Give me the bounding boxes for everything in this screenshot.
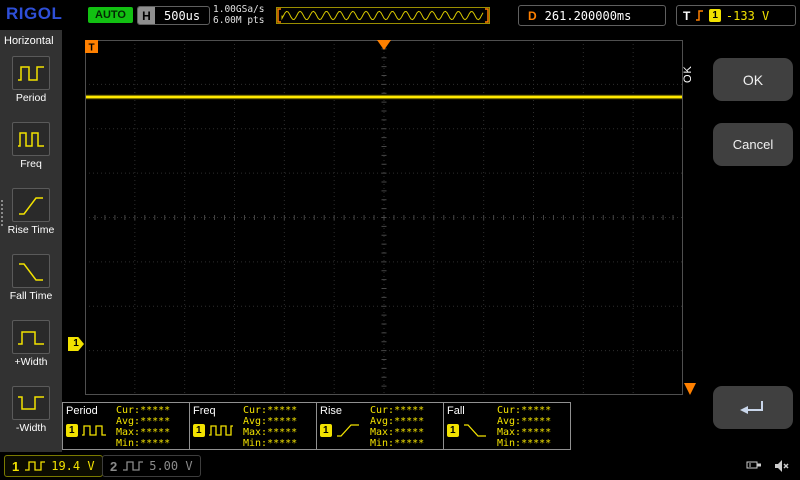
- channel-badge: 1: [66, 424, 78, 437]
- cur-line: Cur:*****: [116, 405, 186, 416]
- trigger-label: T: [683, 9, 690, 23]
- cur-line: Cur:*****: [370, 405, 440, 416]
- measurement-panel-period[interactable]: Period 1 Cur:***** Avg:***** Max:***** M…: [62, 402, 190, 450]
- menu-item-plus-width[interactable]: +Width: [0, 320, 62, 368]
- freq-icon: [12, 122, 50, 156]
- speaker-icon: [774, 459, 790, 473]
- avg-line: Avg:*****: [497, 416, 567, 427]
- timebase-value: 500us: [155, 9, 209, 23]
- return-arrow-icon: [738, 398, 768, 418]
- graticule: T: [85, 40, 683, 395]
- preview-left-bracket-icon: [278, 9, 281, 22]
- menu-item-rise-time[interactable]: Rise Time: [0, 188, 62, 236]
- minus-width-icon: [12, 386, 50, 420]
- fall-time-icon: [12, 254, 50, 288]
- channel1-scale: 19.4 V: [51, 459, 94, 473]
- min-line: Min:*****: [497, 438, 567, 449]
- channel-badge: 1: [193, 424, 205, 437]
- menu-item-freq[interactable]: Freq: [0, 122, 62, 170]
- memory-depth: 6.00M pts: [213, 15, 264, 26]
- channel2-status[interactable]: 2 5.00 V: [102, 455, 201, 477]
- channel-badge: 1: [447, 424, 459, 437]
- avg-line: Avg:*****: [243, 416, 313, 427]
- display-area: T 1: [62, 30, 705, 402]
- softkey-panel: OK Cancel: [705, 30, 800, 452]
- trigger-level-marker: [684, 383, 696, 395]
- measurement-name: Freq: [193, 405, 243, 417]
- trigger-level: -133 V: [726, 9, 769, 23]
- max-line: Max:*****: [497, 427, 567, 438]
- measurement-panel-rise[interactable]: Rise 1 Cur:***** Avg:***** Max:***** Min…: [316, 402, 444, 450]
- sample-rate: 1.00GSa/s: [213, 4, 264, 15]
- fall-icon: [462, 422, 488, 438]
- rise-time-icon: [12, 188, 50, 222]
- usb-icon: [746, 459, 764, 471]
- delay-label: D: [528, 9, 537, 23]
- ch1-ground-marker: 1: [68, 337, 84, 351]
- left-menu: Horizontal Period Freq Rise Time Fall Ti…: [0, 30, 62, 452]
- channel1-status[interactable]: 1 19.4 V: [4, 455, 103, 477]
- return-button[interactable]: [713, 386, 793, 429]
- measurement-name: Fall: [447, 405, 497, 417]
- delay-value: 261.200000ms: [545, 9, 632, 23]
- run-status-badge: AUTO: [88, 7, 133, 23]
- trigger-position-marker: [377, 40, 391, 50]
- avg-line: Avg:*****: [116, 416, 186, 427]
- channel1-number: 1: [12, 459, 19, 474]
- preview-right-bracket-icon: [485, 9, 488, 22]
- max-line: Max:*****: [370, 427, 440, 438]
- ok-button[interactable]: OK: [713, 58, 793, 101]
- min-line: Min:*****: [243, 438, 313, 449]
- status-bar: 1 19.4 V 2 5.00 V: [0, 452, 800, 480]
- measurement-panel-freq[interactable]: Freq 1 Cur:***** Avg:***** Max:***** Min…: [189, 402, 317, 450]
- measurement-name: Rise: [320, 405, 370, 417]
- channel2-wave-icon: [122, 460, 144, 472]
- menu-scroll-indicator: [1, 200, 3, 226]
- avg-line: Avg:*****: [370, 416, 440, 427]
- rise-icon: [335, 422, 361, 438]
- menu-item-fall-time[interactable]: Fall Time: [0, 254, 62, 302]
- preview-waveform: [282, 11, 483, 19]
- menu-title: Horizontal: [4, 35, 54, 47]
- waveform-preview: [276, 7, 490, 24]
- channel-badge: 1: [320, 424, 332, 437]
- min-line: Min:*****: [370, 438, 440, 449]
- horizontal-readout: H 500us: [137, 6, 210, 25]
- acquisition-readout: 1.00GSa/s 6.00M pts: [213, 4, 264, 26]
- horizontal-label: H: [138, 7, 155, 24]
- measurement-name: Period: [66, 405, 116, 417]
- period-icon: [81, 422, 107, 438]
- menu-item-minus-width[interactable]: -Width: [0, 386, 62, 434]
- cancel-button[interactable]: Cancel: [713, 123, 793, 166]
- max-line: Max:*****: [116, 427, 186, 438]
- preview-waveform-svg: [277, 8, 489, 23]
- trigger-readout: T 1 -133 V: [676, 5, 796, 26]
- channel2-number: 2: [110, 459, 117, 474]
- measurement-panel-fall[interactable]: Fall 1 Cur:***** Avg:***** Max:***** Min…: [443, 402, 571, 450]
- max-line: Max:*****: [243, 427, 313, 438]
- trigger-edge-icon: [695, 9, 704, 22]
- freq-icon: [208, 422, 234, 438]
- menu-item-period[interactable]: Period: [0, 56, 62, 104]
- cur-line: Cur:*****: [497, 405, 567, 416]
- softkey-side-label: OK: [682, 58, 696, 90]
- grid-lines: [85, 40, 683, 395]
- measurement-strip: Period 1 Cur:***** Avg:***** Max:***** M…: [62, 402, 571, 450]
- trigger-source-badge: 1: [709, 9, 721, 22]
- oscilloscope-screen: RIGOL AUTO H 500us 1.00GSa/s 6.00M pts D…: [0, 0, 800, 480]
- svg-text:T: T: [88, 43, 94, 54]
- delay-readout: D 261.200000ms: [518, 5, 666, 26]
- trigger-corner-marker: T: [85, 40, 98, 54]
- min-line: Min:*****: [116, 438, 186, 449]
- period-icon: [12, 56, 50, 90]
- plus-width-icon: [12, 320, 50, 354]
- channel1-wave-icon: [24, 460, 46, 472]
- cur-line: Cur:*****: [243, 405, 313, 416]
- top-bar: RIGOL AUTO H 500us 1.00GSa/s 6.00M pts D…: [0, 0, 800, 30]
- rigol-logo: RIGOL: [6, 4, 62, 24]
- channel2-scale: 5.00 V: [149, 459, 192, 473]
